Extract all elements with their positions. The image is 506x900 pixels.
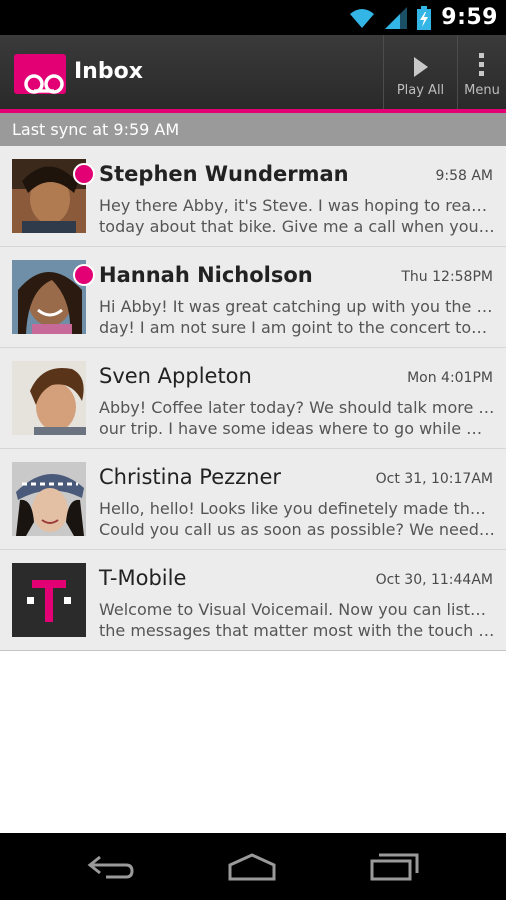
message-time: Thu 12:58PM [401, 269, 493, 285]
home-icon [228, 853, 276, 881]
message-preview: Hello, hello! Looks like you definetely … [99, 498, 495, 540]
preview-line: our trip. I have some ideas where to go … [99, 419, 495, 438]
voicemail-list: Stephen Wunderman 9:58 AM Hey there Abby… [0, 146, 506, 651]
preview-line: Hello, hello! Looks like you definetely … [99, 499, 495, 518]
preview-line: day! I am not sure I am goint to the con… [99, 318, 495, 337]
play-all-label: Play All [396, 83, 445, 98]
play-icon [413, 57, 428, 77]
status-icons: 9:59 [349, 4, 498, 31]
sender-name: Sven Appleton [99, 364, 252, 388]
message-time: Mon 4:01PM [407, 370, 493, 386]
page-title: Inbox [74, 59, 143, 84]
back-icon [87, 855, 134, 879]
avatar [12, 361, 86, 435]
wifi-icon [350, 8, 375, 28]
sync-status: Last sync at 9:59 AM [0, 113, 506, 146]
menu-button[interactable]: Menu [457, 35, 506, 109]
voicemail-item[interactable]: Stephen Wunderman 9:58 AM Hey there Abby… [0, 146, 506, 247]
menu-label: Menu [464, 83, 500, 98]
unread-indicator [73, 163, 95, 185]
sender-name: Hannah Nicholson [99, 263, 313, 287]
sender-name: Christina Pezzner [99, 465, 282, 489]
message-preview: Hey there Abby, it's Steve. I was hoping… [99, 195, 495, 237]
preview-line: Welcome to Visual Voicemail. Now you can… [99, 600, 495, 619]
preview-line: today about that bike. Give me a call wh… [99, 217, 495, 236]
sender-name: T-Mobile [99, 566, 187, 590]
preview-line: the messages that matter most with the t… [99, 621, 495, 640]
sender-name: Stephen Wunderman [99, 162, 349, 186]
home-button[interactable] [222, 847, 282, 887]
preview-line: Abby! Coffee later today? We should talk… [99, 398, 495, 417]
preview-line: Could you call us as soon as possible? W… [99, 520, 495, 539]
avatar [12, 462, 86, 536]
status-bar: 9:59 [0, 0, 506, 35]
recent-apps-button[interactable] [364, 847, 424, 887]
battery-charging-icon [417, 5, 432, 30]
voicemail-item[interactable]: T-Mobile Oct 30, 11:44AM Welcome to Visu… [0, 550, 506, 651]
message-time: Oct 31, 10:17AM [375, 471, 493, 487]
voicemail-item[interactable]: Hannah Nicholson Thu 12:58PM Hi Abby! It… [0, 247, 506, 348]
action-bar: Inbox Play All Menu [0, 35, 506, 109]
preview-line: Hi Abby! It was great catching up with y… [99, 297, 495, 316]
message-preview: Hi Abby! It was great catching up with y… [99, 296, 495, 338]
message-time: Oct 30, 11:44AM [375, 572, 493, 588]
overflow-menu-icon [479, 53, 484, 76]
navigation-bar [0, 833, 506, 900]
message-preview: Abby! Coffee later today? We should talk… [99, 397, 495, 439]
signal-icon [385, 6, 408, 29]
message-time: 9:58 AM [435, 168, 493, 184]
back-button[interactable] [81, 847, 141, 887]
unread-indicator [73, 264, 95, 286]
status-clock: 9:59 [441, 5, 498, 30]
message-preview: Welcome to Visual Voicemail. Now you can… [99, 599, 495, 641]
t-mobile-logo [12, 563, 86, 637]
recent-apps-icon [370, 853, 419, 881]
voicemail-item[interactable]: Christina Pezzner Oct 31, 10:17AM Hello,… [0, 449, 506, 550]
preview-line: Hey there Abby, it's Steve. I was hoping… [99, 196, 495, 215]
voicemail-icon [14, 54, 66, 94]
play-all-button[interactable]: Play All [383, 35, 457, 109]
voicemail-item[interactable]: Sven Appleton Mon 4:01PM Abby! Coffee la… [0, 348, 506, 449]
